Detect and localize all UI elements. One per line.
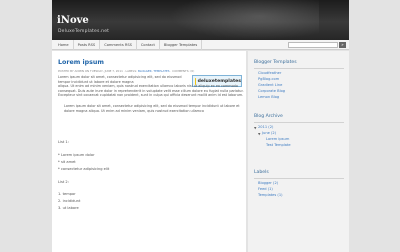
archive-year-link[interactable]: 2011 (2) [258, 125, 273, 129]
sidebar-template-link[interactable]: Corporate Blog [258, 89, 285, 93]
list-2-item: 2. incididunt [58, 199, 81, 203]
post-labels-link[interactable]: BLOGGER, TEMPLATES [138, 69, 170, 73]
nav-home[interactable]: Home [54, 39, 74, 50]
sidebar: Blogger Templates Cloudfeather PgBlog.co… [248, 51, 349, 252]
divider [254, 178, 344, 179]
list-2-label: List 2: [58, 180, 69, 184]
post-blockquote: Lorem ipsum dolor sit amet, consectetur … [64, 104, 240, 113]
logo-text: deluxetemplates [197, 78, 241, 84]
post-meta: POSTED BY ADMIN ON TUESDAY, JUNE 7, 2011… [58, 69, 194, 73]
page-wrapper: iNove DeluxeTemplates.net Home Posts RSS… [52, 0, 349, 252]
post-paragraph-1: Lorem ipsum dolor sit amet, consectetur … [58, 75, 182, 84]
label-link[interactable]: Feed (1) [258, 187, 273, 191]
divider [254, 122, 344, 123]
list-2-item: 1. tempor [58, 192, 76, 196]
nav-blogger-templates[interactable]: Blogger Templates [160, 39, 203, 50]
nav-bar: Home Posts RSS Comments RSS Contact Blog… [52, 39, 349, 50]
archive-post-link[interactable]: Test Template [266, 143, 291, 147]
expand-arrow-icon[interactable]: ▼ [258, 132, 260, 136]
nav-posts-rss[interactable]: Posts RSS [74, 39, 101, 50]
nav-contact[interactable]: Contact [137, 39, 160, 50]
sidebar-template-link[interactable]: Gradient Line [258, 83, 282, 87]
list-2-item: 3. ut labore [58, 206, 79, 210]
search-button[interactable]: » [339, 42, 346, 48]
site-title[interactable]: iNove [57, 15, 89, 26]
search-input[interactable] [288, 42, 338, 48]
sidebar-template-link[interactable]: PgBlog.com [258, 77, 279, 81]
list-1-item: * Lorem ipsum dolor [58, 153, 95, 157]
list-1-item: * sit amet [58, 160, 76, 164]
sidebar-archive-title: Blog Archive [254, 114, 283, 119]
sidebar-labels-title: Labels [254, 170, 269, 175]
label-link[interactable]: Blogger (2) [258, 181, 278, 185]
archive-month-link[interactable]: June (2) [262, 131, 276, 135]
post-meta-prefix: POSTED BY ADMIN ON TUESDAY, JUNE 7, 2011… [58, 69, 138, 73]
post-paragraph-1-cont: aliqua. Ut enim ad minim veniam, quis no… [58, 84, 244, 98]
header: iNove DeluxeTemplates.net [52, 0, 349, 40]
post-title[interactable]: Lorem ipsum [58, 59, 104, 66]
expand-arrow-icon[interactable]: ▼ [254, 126, 256, 130]
main-content: Lorem ipsum POSTED BY ADMIN ON TUESDAY, … [52, 51, 246, 252]
sidebar-templates-title: Blogger Templates [254, 60, 297, 65]
search-form: » [288, 42, 346, 48]
label-link[interactable]: Templates (1) [258, 193, 283, 197]
sidebar-template-link[interactable]: Cloudfeather [258, 71, 281, 75]
sidebar-template-link[interactable]: Lemon Blog [258, 95, 279, 99]
nav-comments-rss[interactable]: Comments RSS [100, 39, 137, 50]
list-1-label: List 1: [58, 140, 69, 144]
divider [254, 68, 344, 69]
site-description: DeluxeTemplates.net [58, 29, 110, 34]
archive-post-link[interactable]: Lorem ipsum [266, 137, 289, 141]
list-1-item: * consectetur adipisicing elit [58, 167, 110, 171]
post-meta-suffix: · COMMENTS: (0) [169, 69, 195, 73]
